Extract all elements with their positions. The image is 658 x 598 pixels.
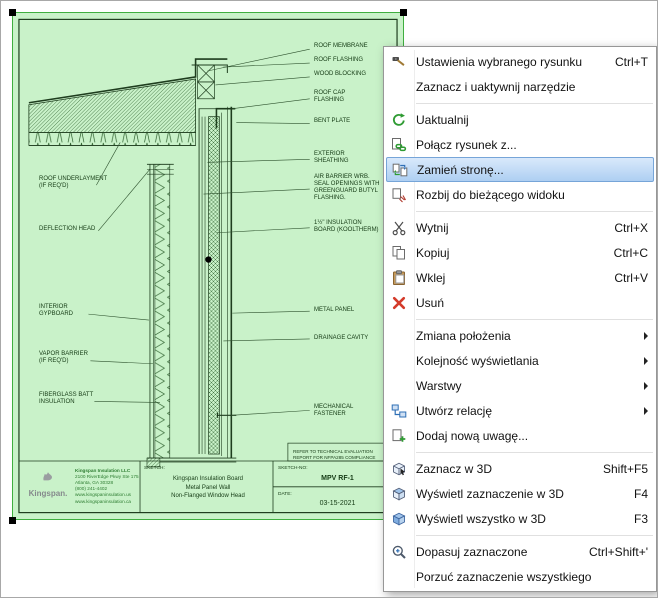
kingspan-lion-icon xyxy=(41,469,55,483)
delete-icon xyxy=(388,295,410,311)
submenu-arrow-icon xyxy=(644,407,648,415)
compliance-note: REFER TO TECHNICAL EVALUATION REPORT FOR… xyxy=(293,449,397,461)
menu-item-show-selection-3d[interactable]: Wyświetl zaznaczenie w 3D F4 xyxy=(384,481,656,506)
menu-item-paste[interactable]: Wklej Ctrl+V xyxy=(384,265,656,290)
callout-label: AIR BARRIER WRB. SEAL OPENINGS WITH GREE… xyxy=(314,174,379,202)
callout-label: FIBERGLASS BATT INSULATION xyxy=(39,392,93,406)
callout-label: 1½" INSULATION BOARD (KOOLTHERM) xyxy=(314,220,379,234)
menu-item-drawing-settings[interactable]: Ustawienia wybranego rysunku Ctrl+T xyxy=(384,49,656,74)
paste-icon xyxy=(388,270,410,286)
menu-item-delete[interactable]: Usuń xyxy=(384,290,656,315)
kingspan-wordmark: Kingspan. xyxy=(25,489,71,498)
menu-item-deselect-all[interactable]: Porzuć zaznaczenie wszystkiego xyxy=(384,564,656,589)
callout-label: ROOF UNDERLAYMENT (IF REQ'D) xyxy=(39,176,107,190)
settings-icon xyxy=(388,54,410,70)
wall-assembly xyxy=(199,107,237,458)
menu-item-move[interactable]: Zmiana położenia xyxy=(384,323,656,348)
selected-detail-drawing[interactable]: ROOF MEMBRANE ROOF FLASHING WOOD BLOCKIN… xyxy=(12,12,404,520)
cube-select-icon xyxy=(388,461,410,477)
submenu-arrow-icon xyxy=(644,332,648,340)
selection-handle-top-right[interactable] xyxy=(400,9,407,16)
callout-label: ROOF FLASHING xyxy=(314,57,363,64)
menu-separator xyxy=(416,103,653,104)
fit-zoom-icon xyxy=(388,544,410,560)
callout-label: VAPOR BARRIER (IF REQ'D) xyxy=(39,351,88,365)
menu-item-select-in-3d[interactable]: Zaznacz w 3D Shift+F5 xyxy=(384,456,656,481)
callout-label: METAL PANEL xyxy=(314,307,354,314)
cube-view-selection-icon xyxy=(388,486,410,502)
menu-item-explode-to-view[interactable]: Rozbij do bieżącego widoku xyxy=(384,182,656,207)
sketch-title: Kingspan Insulation Board Metal Panel Wa… xyxy=(141,475,275,501)
link-drawing-icon xyxy=(388,137,410,153)
submenu-arrow-icon xyxy=(644,382,648,390)
cube-view-all-icon xyxy=(388,511,410,527)
date-value: 03-15-2021 xyxy=(275,500,400,507)
menu-item-update[interactable]: Uaktualnij xyxy=(384,107,656,132)
sketch-field-label: SKETCH: xyxy=(144,466,165,471)
menu-item-cut[interactable]: Wytnij Ctrl+X xyxy=(384,215,656,240)
submenu-arrow-icon xyxy=(644,357,648,365)
callout-label: MECHANICAL FASTENER xyxy=(314,404,353,418)
menu-item-copy[interactable]: Kopiuj Ctrl+C xyxy=(384,240,656,265)
menu-item-select-activate-tool[interactable]: Zaznacz i uaktywnij narzędzie xyxy=(384,74,656,99)
callout-label: EXTERIOR SHEATHING xyxy=(314,151,349,165)
callout-label: DRAINAGE CAVITY xyxy=(314,335,368,342)
company-address-block: Kingspan Insulation LLC 2100 RiverEdge P… xyxy=(75,468,139,505)
callout-label: ROOF MEMBRANE xyxy=(314,43,368,50)
menu-separator xyxy=(416,452,653,453)
drawing-node-handle[interactable] xyxy=(205,256,211,262)
menu-separator xyxy=(416,535,653,536)
copy-icon xyxy=(388,245,410,261)
relation-icon xyxy=(388,403,410,419)
menu-item-replace-page[interactable]: Zamień stronę... xyxy=(386,157,654,182)
callout-label: DEFLECTION HEAD xyxy=(39,226,95,233)
sketch-no-field-label: SKETCH-NO: xyxy=(278,466,308,471)
menu-item-link-drawing[interactable]: Połącz rysunek z... xyxy=(384,132,656,157)
callout-label: INTERIOR GYPBOARD xyxy=(39,304,73,318)
company-website: www.kingspaninsulation.us xyxy=(75,492,139,498)
context-menu: Ustawienia wybranego rysunku Ctrl+T Zazn… xyxy=(383,46,657,592)
callout-label: WOOD BLOCKING xyxy=(314,71,366,78)
menu-separator xyxy=(416,319,653,320)
callout-label: BENT PLATE xyxy=(314,118,350,125)
menu-item-add-note[interactable]: Dodaj nową uwagę... xyxy=(384,423,656,448)
sketch-no-value: MPV RF-1 xyxy=(275,475,400,482)
kingspan-logo: Kingspan. xyxy=(25,469,71,498)
menu-item-layers[interactable]: Warstwy xyxy=(384,373,656,398)
menu-item-create-relation[interactable]: Utwórz relację xyxy=(384,398,656,423)
menu-item-fit-selection[interactable]: Dopasuj zaznaczone Ctrl+Shift+' xyxy=(384,539,656,564)
explode-icon xyxy=(388,187,410,203)
menu-item-show-all-3d[interactable]: Wyświetl wszystko w 3D F3 xyxy=(384,506,656,531)
detail-drawing-linework xyxy=(13,13,403,519)
selection-handle-top-left[interactable] xyxy=(9,9,16,16)
menu-separator xyxy=(416,211,653,212)
date-field-label: DATE: xyxy=(278,492,292,497)
swap-page-icon xyxy=(389,162,411,178)
scissors-icon xyxy=(388,220,410,236)
selection-handle-bottom-left[interactable] xyxy=(9,517,16,524)
roof-assembly xyxy=(29,59,235,145)
menu-item-display-order[interactable]: Kolejność wyświetlania xyxy=(384,348,656,373)
callout-label: ROOF CAP FLASHING xyxy=(314,90,345,104)
company-website: www.kingspaninsulation.ca xyxy=(75,499,139,505)
interior-wall xyxy=(147,164,236,467)
add-note-icon xyxy=(388,428,410,444)
refresh-icon xyxy=(388,112,410,128)
